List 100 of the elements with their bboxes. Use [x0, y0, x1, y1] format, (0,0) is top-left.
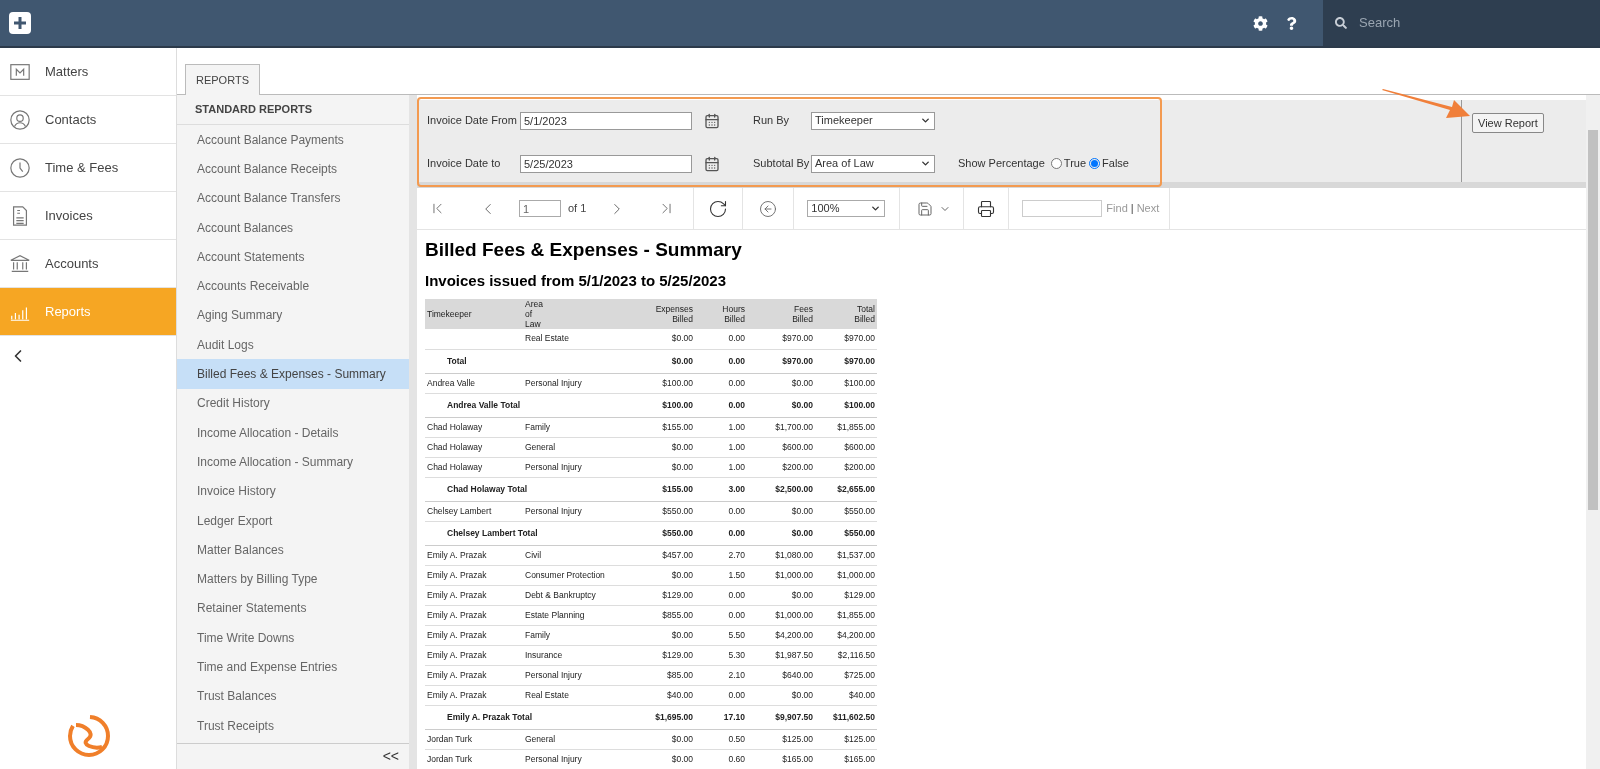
table-cell: 5.50: [728, 629, 745, 640]
page-number-field[interactable]: 1: [519, 200, 561, 217]
report-list-item[interactable]: Income Allocation - Summary: [177, 447, 409, 477]
report-list-item[interactable]: Account Balance Transfers: [177, 183, 409, 213]
table-cell: $129.00: [662, 589, 693, 600]
settings-icon[interactable]: [1253, 15, 1268, 31]
find-field[interactable]: [1022, 200, 1103, 217]
report-list-item[interactable]: Account Balance Receipts: [177, 154, 409, 184]
table-cell: 0.00: [728, 689, 745, 700]
radio-button[interactable]: [1050, 158, 1062, 169]
table-cell: 17.10: [723, 711, 745, 722]
table-cell: 1.00: [728, 441, 745, 452]
table-cell: Emily A. Prazak: [427, 629, 487, 640]
table-cell: 0.00: [728, 505, 745, 516]
field-label: Invoice Date to: [427, 156, 502, 172]
table-cell: $9,907.50: [775, 711, 813, 722]
caret-icon: [920, 115, 931, 126]
date-field[interactable]: 5/25/2023: [520, 154, 692, 173]
table-cell: $725.00: [844, 669, 875, 680]
report-list-item[interactable]: Matter Balances: [177, 535, 409, 565]
table-cell: Real Estate: [525, 689, 569, 700]
report-list-item[interactable]: Audit Logs: [177, 330, 409, 360]
table-cell: 0.00: [728, 527, 745, 538]
run-by-select[interactable]: Timekeeper: [811, 111, 935, 130]
print-icon[interactable]: [977, 199, 996, 218]
table-cell: $165.00: [782, 753, 813, 764]
report-list-item[interactable]: Accounts Receivable: [177, 271, 409, 301]
report-list-item[interactable]: Account Balance Payments: [177, 125, 409, 155]
table-cell: $2,500.00: [775, 483, 813, 494]
search-field[interactable]: Search: [1323, 0, 1600, 46]
table-cell: $4,200.00: [775, 629, 813, 640]
report-list-item[interactable]: Ledger Export: [177, 505, 409, 536]
collapse-panel-button[interactable]: <<: [382, 746, 399, 767]
table-cell: $40.00: [667, 689, 693, 700]
reports-tab[interactable]: REPORTS: [185, 64, 260, 95]
calendar-icon[interactable]: [704, 155, 720, 172]
report-list-item[interactable]: Account Statements: [177, 242, 409, 272]
subtotal-select[interactable]: Area of Law: [811, 154, 935, 173]
report-list-item[interactable]: Time Write Downs: [177, 623, 409, 653]
table-cell: $550.00: [662, 505, 693, 516]
table-cell: 0.00: [728, 377, 745, 388]
table-cell: 0.00: [728, 355, 745, 366]
table-cell: Jordan Turk: [427, 753, 472, 764]
table-cell: Personal Injury: [525, 505, 582, 516]
table-cell: $1,080.00: [775, 549, 813, 560]
table-cell: 3.00: [728, 483, 745, 494]
view-report-button[interactable]: View Report: [1472, 113, 1544, 134]
report-list-item[interactable]: Credit History: [177, 388, 409, 418]
find-link[interactable]: Find: [1106, 200, 1128, 217]
table-cell: $100.00: [844, 399, 875, 410]
table-cell: Family: [525, 421, 551, 432]
table-cell: Emily A. Prazak: [427, 589, 487, 600]
table-cell: Family: [525, 629, 551, 640]
add-button[interactable]: [9, 12, 31, 34]
zoom-select[interactable]: 100%: [807, 200, 886, 217]
table-cell: 5.30: [728, 649, 745, 660]
clock-icon: [9, 156, 31, 179]
table-cell: $0.00: [791, 505, 813, 516]
search-input[interactable]: Search: [1359, 13, 1559, 33]
table-cell: Insurance: [525, 649, 563, 660]
table-cell: $1,537.00: [837, 549, 875, 560]
table-cell: Emily A. Prazak: [427, 549, 487, 560]
column-header: Total Billed: [815, 299, 877, 329]
report-list-item[interactable]: Matters by Billing Type: [177, 564, 409, 594]
table-cell: $0.00: [671, 441, 693, 452]
table-cell: Personal Injury: [525, 753, 582, 764]
column-header: Expenses Billed: [615, 299, 695, 329]
calendar-icon[interactable]: [704, 112, 720, 129]
table-cell: $200.00: [782, 461, 813, 472]
table-cell: $100.00: [662, 377, 693, 388]
column-header: Fees Billed: [747, 299, 815, 329]
report-list-item[interactable]: Income Allocation - Details: [177, 417, 409, 448]
table-cell: $155.00: [662, 421, 693, 432]
back-icon[interactable]: [759, 199, 778, 218]
report-list-item[interactable]: Trust Balances: [177, 681, 409, 711]
report-list-item[interactable]: Retainer Statements: [177, 593, 409, 624]
save-icon[interactable]: [917, 200, 934, 217]
report-list-item[interactable]: Billed Fees & Expenses - Summary: [177, 359, 409, 389]
table-cell: Emily A. Prazak Total: [447, 711, 533, 722]
next-link[interactable]: Next: [1136, 200, 1160, 217]
report-list-item[interactable]: Aging Summary: [177, 300, 409, 331]
report-list-item[interactable]: Trust Receipts: [177, 710, 409, 741]
table-cell: $600.00: [844, 441, 875, 452]
table-cell: $0.00: [671, 569, 693, 580]
table-cell: Emily A. Prazak: [427, 689, 487, 700]
report-list-item[interactable]: Account Balances: [177, 212, 409, 243]
table-cell: $40.00: [849, 689, 875, 700]
table-cell: $0.00: [791, 589, 813, 600]
report-list-item[interactable]: Invoice History: [177, 476, 409, 506]
table-cell: Chad Holaway Total: [447, 483, 528, 494]
date-field[interactable]: 5/1/2023: [520, 111, 692, 130]
report-list-item[interactable]: Time and Expense Entries: [177, 652, 409, 682]
help-icon[interactable]: [1286, 16, 1297, 30]
field-label: Show Percentage: [958, 156, 1045, 172]
refresh-icon[interactable]: [708, 198, 729, 219]
table-cell: Chad Holaway: [427, 461, 483, 472]
table-cell: $0.00: [671, 333, 693, 344]
table-cell: Andrea Valle: [427, 377, 476, 388]
plus-icon: [13, 16, 27, 30]
table-cell: $125.00: [782, 733, 813, 744]
